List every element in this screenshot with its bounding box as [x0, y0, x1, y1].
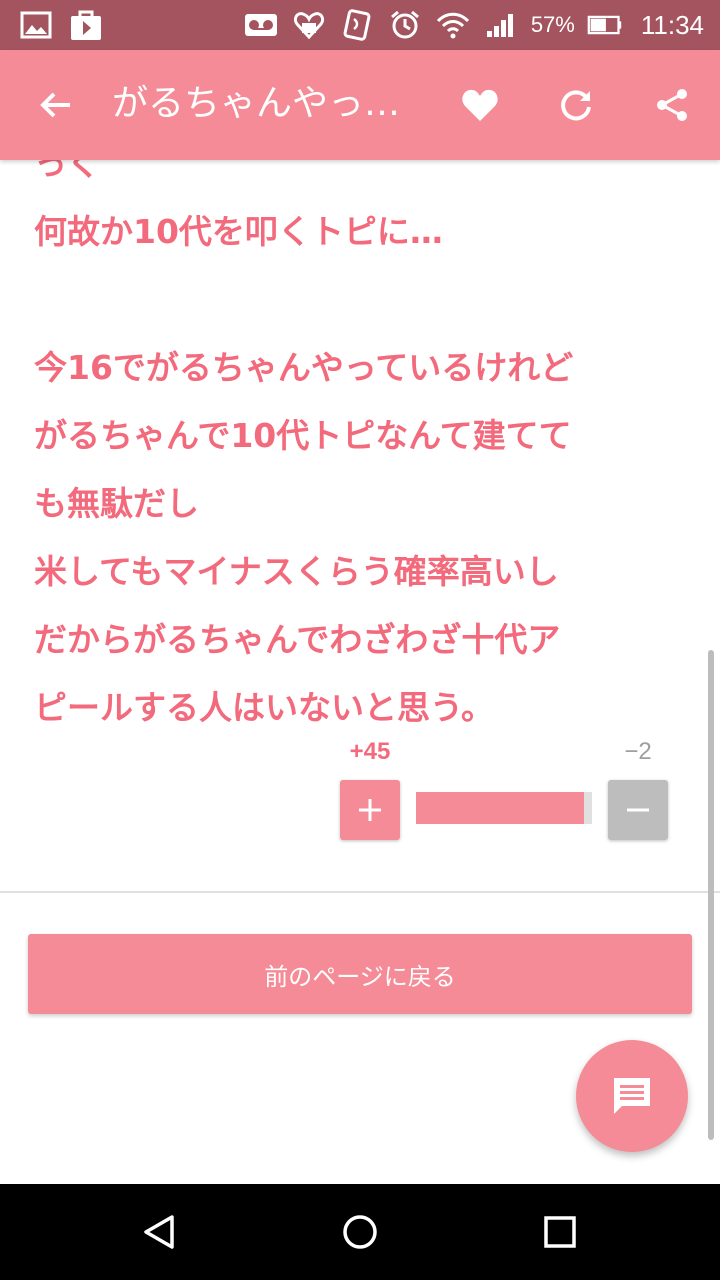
- image-icon: [18, 8, 54, 42]
- nfc-icon: [339, 8, 375, 42]
- arrow-back-icon[interactable]: [28, 77, 84, 133]
- home-circle-icon[interactable]: [320, 1204, 400, 1260]
- voicemail-icon: [243, 8, 279, 42]
- comment-line: っく: [34, 160, 100, 183]
- share-icon[interactable]: [644, 77, 700, 133]
- heart-icon[interactable]: [452, 77, 508, 133]
- play-store-icon: [68, 8, 104, 42]
- comment-body: っく 何故か10代を叩くトピに… 今16でがるちゃんやっているけれど がるちゃん…: [34, 160, 694, 742]
- comment-line: 何故か10代を叩くトピに…: [34, 212, 443, 251]
- minus-vote-count: −2: [624, 738, 652, 765]
- scrollbar[interactable]: [708, 650, 714, 1140]
- comment-fab[interactable]: [576, 1040, 688, 1152]
- comment-line: ピールする人はいないと思う。: [34, 688, 495, 727]
- vote-ratio-fill: [416, 792, 585, 824]
- app-bar: がるちゃんやっ…: [0, 50, 720, 160]
- status-bar-left: [18, 8, 104, 42]
- status-bar: 57% 11:34: [0, 0, 720, 50]
- divider: [0, 891, 720, 893]
- back-to-previous-page-button[interactable]: 前のページに戻る: [28, 934, 692, 1014]
- battery-icon: [587, 8, 623, 42]
- status-clock: 11:34: [640, 9, 704, 40]
- signal-icon: [483, 8, 519, 42]
- plus-vote-button[interactable]: [340, 780, 400, 840]
- comment-line: も無駄だし: [34, 484, 199, 523]
- page-title: がるちゃんやっ…: [112, 83, 401, 124]
- heart-badge-icon: [291, 8, 327, 42]
- plus-vote-count: +45: [349, 738, 391, 765]
- vote-ratio-bar: [416, 792, 592, 824]
- alarm-icon: [387, 8, 423, 42]
- navigation-bar: [0, 1184, 720, 1280]
- comment-line: [34, 266, 694, 334]
- comment-line: 米してもマイナスくらう確率高いし: [34, 552, 559, 591]
- minus-vote-button[interactable]: [608, 780, 668, 840]
- back-triangle-icon[interactable]: [120, 1204, 200, 1260]
- battery-percent: 57%: [530, 12, 575, 37]
- content-area[interactable]: っく 何故か10代を叩くトピに… 今16でがるちゃんやっているけれど がるちゃん…: [0, 160, 720, 1184]
- recents-square-icon[interactable]: [520, 1204, 600, 1260]
- plus-icon: [359, 799, 381, 821]
- comment-line: 今16でがるちゃんやっているけれど: [34, 348, 574, 387]
- minus-icon: [627, 808, 649, 812]
- wifi-icon: [435, 8, 471, 42]
- comment-line: だからがるちゃんでわざわざ十代ア: [34, 620, 561, 659]
- refresh-icon[interactable]: [548, 77, 604, 133]
- comment-line: がるちゃんで10代トピなんて建てて: [34, 416, 572, 455]
- status-bar-right: 57% 11:34: [243, 8, 704, 42]
- comment-icon: [614, 1078, 650, 1114]
